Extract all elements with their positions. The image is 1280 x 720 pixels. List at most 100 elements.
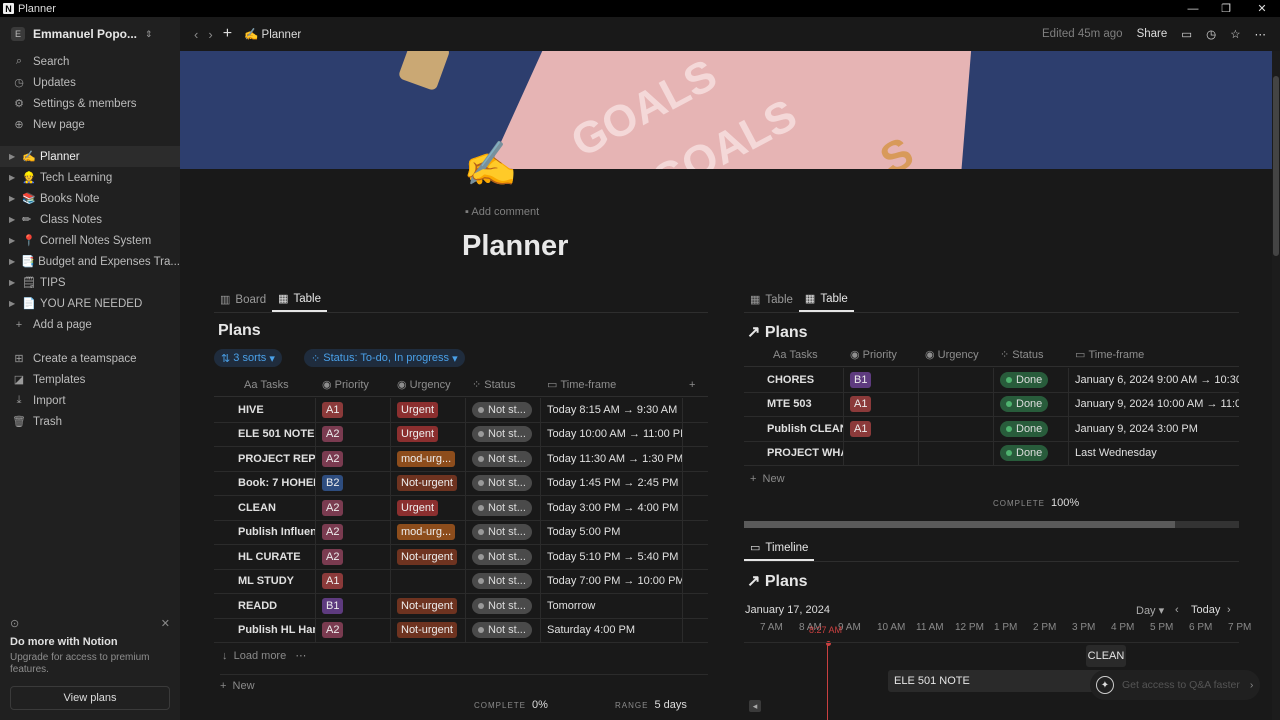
- task-cell[interactable]: CHORES: [744, 368, 844, 392]
- status-cell[interactable]: Not st...: [466, 618, 541, 642]
- filter-chip[interactable]: ⁘ Status: To-do, In progress ▾: [304, 349, 465, 367]
- col-status[interactable]: ⁘ Status: [994, 348, 1069, 362]
- col-urgency[interactable]: ◉ Urgency: [391, 378, 466, 392]
- page-icon-writing-hand[interactable]: ✍: [463, 138, 518, 190]
- col-timeframe[interactable]: ▭ Time-frame: [1069, 348, 1144, 362]
- page-scrollbar[interactable]: [1272, 51, 1280, 720]
- sidebar-import[interactable]: ⤓ Import: [0, 390, 180, 411]
- priority-cell[interactable]: B1: [316, 594, 391, 618]
- chevron-right-icon[interactable]: ▶: [9, 257, 18, 266]
- sidebar-settings[interactable]: ⚙ Settings & members: [0, 93, 180, 114]
- table-row[interactable]: PROJECT REPOR A2 mod-urg... Not st... Today …: [214, 447, 708, 472]
- sidebar-new-page[interactable]: ⊕ New page: [0, 114, 180, 135]
- priority-cell[interactable]: A2: [316, 545, 391, 569]
- status-cell[interactable]: Done: [994, 441, 1069, 465]
- timeframe-cell[interactable]: Today 11:30 AM → 1:30 PM: [541, 447, 683, 471]
- sidebar-add-page[interactable]: + Add a page: [0, 314, 180, 335]
- col-priority[interactable]: ◉ Priority: [316, 378, 391, 392]
- priority-cell[interactable]: B2: [316, 471, 391, 495]
- table-row[interactable]: CLEAN A2 Urgent Not st... Today 3:00 PM → 4:…: [214, 496, 708, 521]
- priority-cell[interactable]: B1: [844, 368, 919, 392]
- col-urgency[interactable]: ◉ Urgency: [919, 348, 994, 362]
- chevron-right-icon[interactable]: ▶: [9, 236, 19, 245]
- chevron-right-icon[interactable]: ▶: [9, 173, 19, 182]
- restore-icon[interactable]: ❐: [1211, 0, 1241, 17]
- status-cell[interactable]: Done: [994, 417, 1069, 441]
- timeframe-cell[interactable]: Today 3:00 PM → 4:00 PM: [541, 496, 683, 520]
- chevron-right-icon[interactable]: ▶: [9, 278, 19, 287]
- close-window-icon[interactable]: ✕: [1247, 0, 1277, 17]
- left-range-calc[interactable]: RANGE 5 days: [615, 699, 687, 711]
- task-cell[interactable]: CLEAN: [214, 496, 316, 520]
- timeline-collapse-icon[interactable]: ◂: [749, 700, 761, 712]
- priority-cell[interactable]: A2: [316, 447, 391, 471]
- view-plans-button[interactable]: View plans: [10, 686, 170, 710]
- urgency-cell[interactable]: Urgent: [391, 398, 466, 422]
- status-cell[interactable]: Not st...: [466, 471, 541, 495]
- priority-cell[interactable]: A1: [316, 398, 391, 422]
- sidebar-create-teamspace[interactable]: ⊞ Create a teamspace: [0, 348, 180, 369]
- sidebar-page-budget[interactable]: ▶ 📑 Budget and Expenses Tra...: [0, 251, 180, 272]
- task-cell[interactable]: Publish HL Hang: [214, 618, 316, 642]
- urgency-cell[interactable]: mod-urg...: [391, 520, 466, 544]
- chevron-right-icon[interactable]: ▶: [9, 152, 19, 161]
- back-icon[interactable]: ‹: [194, 27, 198, 42]
- status-cell[interactable]: Not st...: [466, 398, 541, 422]
- table-row[interactable]: ELE 501 NOTE A2 Urgent Not st... Today 10:00…: [214, 422, 708, 447]
- task-cell[interactable]: Book: 7 HOHEP: [214, 471, 316, 495]
- timeframe-cell[interactable]: Saturday 4:00 PM: [541, 618, 683, 642]
- status-cell[interactable]: Done: [994, 392, 1069, 416]
- urgency-cell[interactable]: Not-urgent: [391, 471, 466, 495]
- workspace-switcher[interactable]: E Emmanuel Popo... ⇕: [0, 17, 180, 51]
- col-timeframe[interactable]: ▭ Time-frame: [541, 378, 681, 392]
- priority-cell[interactable]: A1: [316, 569, 391, 593]
- urgency-cell[interactable]: Urgent: [391, 496, 466, 520]
- task-cell[interactable]: ML STUDY: [214, 569, 316, 593]
- scrollbar-thumb[interactable]: [1273, 76, 1279, 256]
- timeframe-cell[interactable]: Tomorrow: [541, 594, 683, 618]
- task-cell[interactable]: PROJECT REPOR: [214, 447, 316, 471]
- tab-table-1[interactable]: ▦ Table: [744, 287, 799, 312]
- priority-cell[interactable]: A1: [844, 417, 919, 441]
- sidebar-templates[interactable]: ◪ Templates: [0, 369, 180, 390]
- timeline-scale-select[interactable]: Day ▾: [1136, 604, 1164, 617]
- sidebar-trash[interactable]: 🗑 Trash: [0, 411, 180, 432]
- status-cell[interactable]: Done: [994, 368, 1069, 392]
- col-status[interactable]: ⁘ Status: [466, 378, 541, 392]
- priority-cell[interactable]: [844, 441, 919, 465]
- task-cell[interactable]: PROJECT WHAT: [744, 441, 844, 465]
- right-new-row-button[interactable]: + New: [750, 473, 785, 485]
- add-comment-button[interactable]: ▪ Add comment: [465, 206, 539, 218]
- status-cell[interactable]: Not st...: [466, 545, 541, 569]
- close-promo-icon[interactable]: ✕: [161, 617, 170, 630]
- right-complete-calc[interactable]: COMPLETE 100%: [993, 497, 1079, 509]
- table-row[interactable]: PROJECT WHAT Done Last Wednesday: [744, 441, 1239, 466]
- timeline-prev-icon[interactable]: ‹: [1175, 604, 1179, 616]
- col-tasks[interactable]: Aa Tasks: [214, 379, 316, 391]
- urgency-cell[interactable]: [919, 368, 994, 392]
- minimize-icon[interactable]: —: [1178, 0, 1208, 17]
- priority-cell[interactable]: A2: [316, 422, 391, 446]
- chevron-right-icon[interactable]: ▶: [9, 215, 19, 224]
- col-tasks[interactable]: Aa Tasks: [744, 349, 844, 361]
- comments-icon[interactable]: ▭: [1181, 27, 1192, 41]
- task-cell[interactable]: READD: [214, 594, 316, 618]
- table-row[interactable]: CHORES B1 Done January 6, 2024 9:00 AM → 10…: [744, 368, 1239, 393]
- timeline-item-ele501[interactable]: ELE 501 NOTE: [888, 670, 1118, 692]
- status-cell[interactable]: Not st...: [466, 594, 541, 618]
- tab-table[interactable]: ▦ Table: [272, 287, 327, 312]
- table-row[interactable]: HL CURATE A2 Not-urgent Not st... Today 5:10…: [214, 545, 708, 570]
- priority-cell[interactable]: A2: [316, 496, 391, 520]
- timeframe-cell[interactable]: January 9, 2024 3:00 PM: [1069, 417, 1239, 441]
- task-cell[interactable]: Publish CLEAN X: [744, 417, 844, 441]
- load-more-button[interactable]: ↓ Load more ⋯: [222, 649, 306, 662]
- task-cell[interactable]: Publish Influenc: [214, 520, 316, 544]
- priority-cell[interactable]: A2: [316, 618, 391, 642]
- priority-cell[interactable]: A2: [316, 520, 391, 544]
- sidebar-page-books-note[interactable]: ▶ 📚 Books Note: [0, 188, 180, 209]
- timeline-next-icon[interactable]: ›: [1227, 604, 1231, 616]
- right-db-title[interactable]: ↗ Plans: [747, 322, 808, 342]
- urgency-cell[interactable]: Not-urgent: [391, 618, 466, 642]
- favorite-star-icon[interactable]: ☆: [1230, 27, 1240, 41]
- left-db-title[interactable]: Plans: [218, 322, 261, 340]
